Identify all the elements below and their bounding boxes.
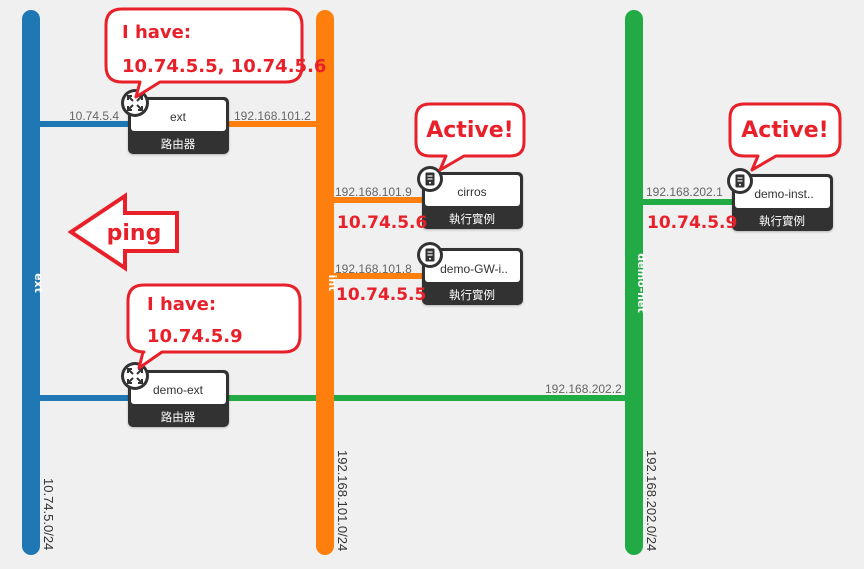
port-ip-label: 192.168.101.2 (234, 109, 311, 123)
port-ip-label: 192.168.101.9 (335, 185, 412, 199)
callout-value: 10.74.5.5, 10.74.5.6 (122, 56, 326, 77)
floating-ip-label: 10.74.5.5 (336, 285, 426, 305)
instance-type-label: 執行實例 (449, 288, 495, 302)
server-icon (727, 168, 753, 194)
network-label: demo-net (635, 253, 648, 312)
network-label: ext (32, 273, 45, 293)
port-ip-label: 192.168.202.1 (646, 185, 723, 199)
network-ext[interactable]: ext (22, 10, 45, 555)
instance-name: demo-inst.. (754, 187, 813, 201)
instance-name: cirros (457, 185, 486, 199)
network-cidr: 192.168.202.0/24 (644, 450, 659, 551)
router-type-label: 路由器 (161, 137, 196, 151)
network-topology-diagram: ext int demo-net 10.74.5.0/24 192.168.10… (22, 7, 842, 555)
floating-ip-label: 10.74.5.6 (337, 213, 427, 233)
instance-type-label: 執行實例 (759, 214, 805, 228)
router-icon (121, 362, 149, 390)
network-cidr: 10.74.5.0/24 (41, 478, 56, 550)
port-ip-label: 192.168.202.2 (545, 382, 622, 396)
callout-active-text: Active! (426, 118, 513, 143)
router-name: ext (170, 110, 187, 124)
callout-title: I have: (147, 294, 216, 315)
callout-value: 10.74.5.9 (147, 326, 243, 347)
callout-title: I have: (122, 22, 191, 43)
callout-active-text: Active! (741, 118, 828, 143)
port-ip-label: 10.74.5.4 (69, 109, 119, 123)
port-ip-label: 192.168.101.8 (335, 262, 412, 276)
floating-ip-label: 10.74.5.9 (647, 213, 737, 233)
instance-type-label: 執行實例 (449, 212, 495, 226)
network-cidr: 192.168.101.0/24 (335, 450, 350, 551)
router-name: demo-ext (153, 383, 204, 397)
server-icon (417, 242, 443, 268)
router-type-label: 路由器 (161, 410, 196, 424)
instance-name: demo-GW-i.. (440, 262, 508, 276)
ping-label: ping (107, 221, 162, 246)
